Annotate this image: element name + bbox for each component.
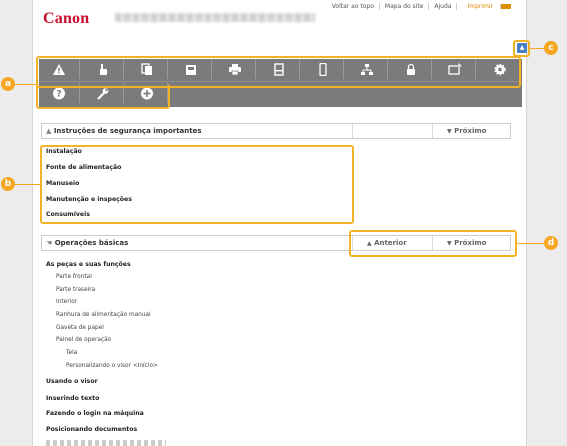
section-title-basic-ops: ☚ Operações básicas	[46, 239, 128, 247]
callout-highlight-d	[349, 230, 517, 257]
cut-off-item	[46, 440, 166, 446]
manual-title-blurred	[115, 13, 315, 22]
toc-item[interactable]: Painel de operação	[56, 337, 111, 343]
callout-line-b	[14, 184, 40, 185]
callout-d: d	[544, 236, 558, 250]
top-links: Voltar ao topo Mapa do site Ajuda Imprim…	[327, 3, 516, 10]
toc-item[interactable]: Inserindo texto	[46, 395, 99, 402]
back-to-top-link[interactable]: Voltar ao topo	[327, 3, 379, 10]
toc-item[interactable]: Ranhura de alimentação manual	[56, 312, 151, 318]
toc-item[interactable]: Fazendo o login na máquina	[46, 410, 144, 417]
nav-divider	[432, 124, 433, 138]
callout-line-d	[517, 243, 544, 244]
callout-line-a	[14, 84, 36, 85]
nav-divider	[352, 124, 353, 138]
site-map-link[interactable]: Mapa do site	[378, 3, 428, 10]
callout-highlight-c	[513, 40, 530, 57]
print-label: Imprimir	[467, 3, 493, 10]
toc-item[interactable]: As peças e suas funções	[46, 261, 131, 268]
section-title-safety-text: Instruções de segurança importantes	[53, 127, 202, 135]
toc-item[interactable]: Usando o visor	[46, 378, 98, 385]
callout-highlight-b	[40, 145, 354, 224]
next-link-safety[interactable]: ▼ Próximo	[447, 127, 486, 135]
hand-small-icon: ☚	[46, 239, 53, 247]
toc-item[interactable]: Parte frontal	[56, 274, 92, 280]
print-link[interactable]: Imprimir	[456, 3, 516, 10]
toc-item[interactable]: Gaveta de papel	[56, 325, 104, 331]
callout-c: c	[544, 41, 558, 55]
toc-item[interactable]: Posicionando documentos	[46, 426, 137, 433]
next-label: Próximo	[454, 127, 487, 135]
callout-line-c	[530, 48, 544, 49]
callout-a: a	[1, 77, 15, 91]
chevron-down-icon: ▼	[447, 128, 452, 135]
section-title-basic-ops-text: Operações básicas	[54, 239, 129, 247]
canon-logo[interactable]: Canon	[43, 10, 89, 28]
help-link[interactable]: Ajuda	[428, 3, 456, 10]
printer-small-icon	[500, 4, 511, 9]
section-title-safety: ▲ Instruções de segurança importantes	[46, 127, 202, 135]
section-header-safety: ▲ Instruções de segurança importantes ▼ …	[41, 123, 511, 139]
toc-item[interactable]: Personalizando o visor <Início>	[66, 363, 158, 369]
toc-item[interactable]: Interior	[56, 299, 77, 305]
warning-small-icon: ▲	[46, 127, 52, 135]
toc-item[interactable]: Tela	[66, 350, 77, 356]
callout-highlight-a2	[36, 84, 170, 109]
callout-b: b	[1, 177, 15, 191]
toc-item[interactable]: Parte traseira	[56, 287, 95, 293]
